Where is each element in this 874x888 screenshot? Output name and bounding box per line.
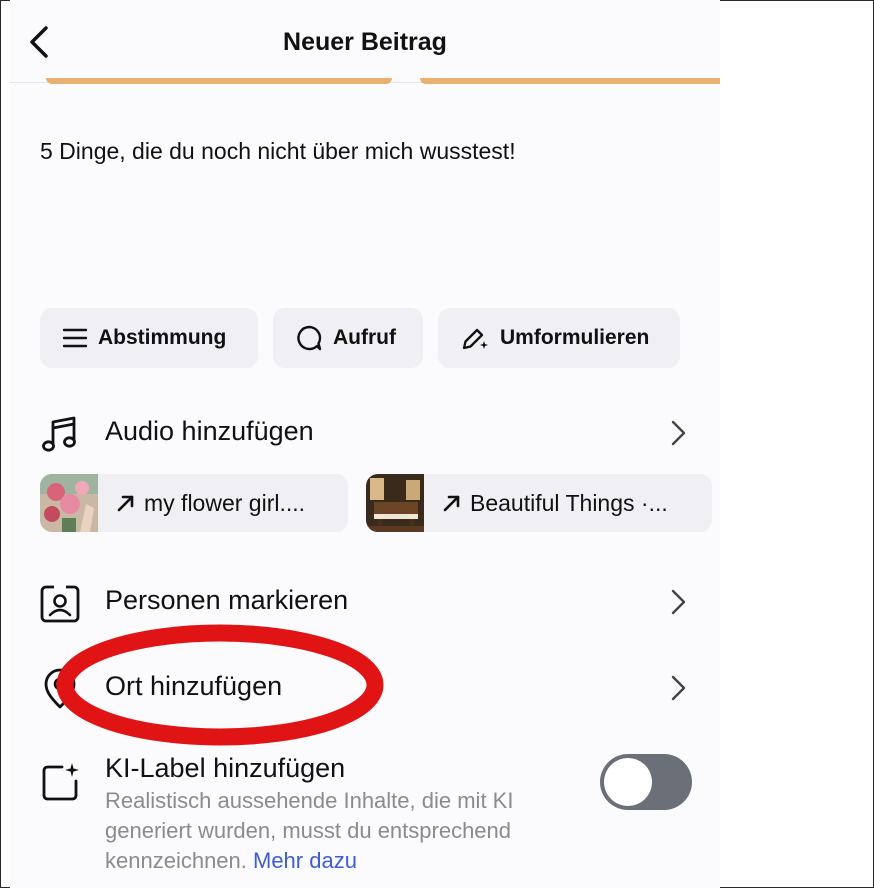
ai-sparkle-frame-icon [42, 763, 79, 801]
toggle-knob [604, 758, 652, 806]
music-note-icon [42, 416, 76, 452]
tag-people-label: Personen markieren [105, 585, 349, 615]
audio-suggestion-2-label: Beautiful Things ·... [470, 489, 668, 516]
rephrase-chip[interactable]: Umformulieren [438, 308, 680, 368]
add-audio-label: Audio hinzufügen [105, 416, 314, 446]
call-to-action-chip[interactable]: Aufruf [273, 308, 423, 368]
chevron-right-icon [671, 589, 686, 615]
poll-chip[interactable]: Abstimmung [40, 308, 258, 368]
learn-more-link[interactable]: Mehr dazu [253, 848, 357, 873]
trending-arrow-icon [117, 495, 134, 512]
trending-arrow-icon [443, 495, 460, 512]
header-bar: Neuer Beitrag [10, 0, 720, 83]
album-art-flowers [40, 474, 98, 532]
audio-suggestion-1-label: my flower girl.... [144, 489, 306, 516]
page-title: Neuer Beitrag [283, 28, 447, 56]
ai-label-title: KI-Label hinzufügen [105, 753, 346, 783]
rephrase-chip-label: Umformulieren [500, 326, 650, 349]
chevron-right-icon [671, 675, 686, 701]
list-icon [62, 328, 88, 348]
tag-people-row[interactable]: Personen markieren [10, 571, 720, 631]
add-location-row[interactable]: Ort hinzufügen [10, 657, 720, 717]
media-preview-1[interactable] [46, 78, 392, 84]
location-pin-icon [44, 668, 76, 709]
call-to-action-chip-label: Aufruf [333, 326, 396, 349]
poll-chip-label: Abstimmung [98, 326, 227, 349]
ai-label-description: Realistisch aussehende Inhalte, die mit … [105, 786, 605, 876]
add-audio-row[interactable]: Audio hinzufügen [10, 402, 720, 462]
audio-suggestion-2[interactable]: Beautiful Things ·... [366, 474, 712, 532]
audio-suggestion-1[interactable]: my flower girl.... [40, 474, 348, 532]
person-tag-icon [40, 585, 80, 623]
album-art-piano [366, 474, 424, 532]
caption-text[interactable]: 5 Dinge, die du noch nicht über mich wus… [40, 138, 516, 165]
ai-label-toggle[interactable] [600, 754, 692, 810]
chevron-right-icon [671, 420, 686, 446]
pen-sparkle-icon [462, 328, 488, 350]
new-post-screen: Neuer Beitrag 5 Dinge, die du noch nicht… [10, 0, 720, 888]
media-preview-2[interactable] [420, 78, 720, 84]
speech-bubble-icon [297, 325, 322, 351]
add-location-label: Ort hinzufügen [105, 671, 283, 701]
